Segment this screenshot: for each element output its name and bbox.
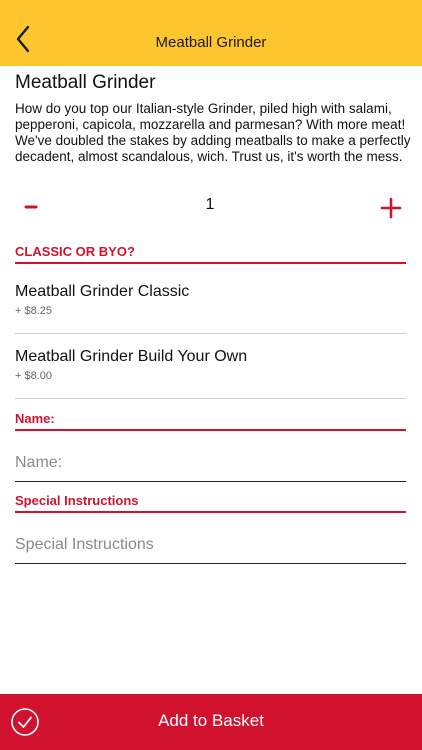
header-title: Meatball Grinder (155, 34, 267, 51)
plus-icon (380, 197, 402, 219)
option-name: Meatball Grinder Build Your Own (15, 348, 248, 365)
back-button[interactable] (6, 21, 42, 57)
add-to-basket-label: Add to Basket (158, 711, 264, 730)
section-heading-special-instructions: Special Instructions (15, 493, 406, 513)
chevron-left-icon (16, 25, 30, 53)
item-detail-screen: Meatball Grinder Meatball Grinder How do… (0, 0, 422, 750)
quantity-decrease-button[interactable] (21, 194, 51, 220)
item-title: Meatball Grinder (15, 72, 156, 93)
quantity-value: 1 (205, 196, 215, 213)
minus-icon (24, 205, 38, 209)
option-price: + $8.00 (15, 370, 53, 382)
option-meatball-grinder-build-your-own[interactable]: Meatball Grinder Build Your Own + $8.00 (15, 334, 406, 399)
item-description: How do you top our Italian-style Grinder… (15, 101, 411, 164)
special-instructions-input[interactable] (15, 527, 406, 564)
section-heading-name: Name: (15, 411, 406, 431)
add-to-basket-button[interactable]: Add to Basket (0, 694, 422, 750)
section-heading-classic-or-byo: CLASSIC OR BYO? (15, 244, 406, 264)
name-input[interactable] (15, 445, 406, 482)
quantity-increase-button[interactable] (376, 194, 406, 220)
option-name: Meatball Grinder Classic (15, 283, 190, 300)
top-bar: Meatball Grinder (0, 0, 422, 66)
option-price: + $8.25 (15, 305, 53, 317)
option-meatball-grinder-classic[interactable]: Meatball Grinder Classic + $8.25 (15, 269, 406, 334)
